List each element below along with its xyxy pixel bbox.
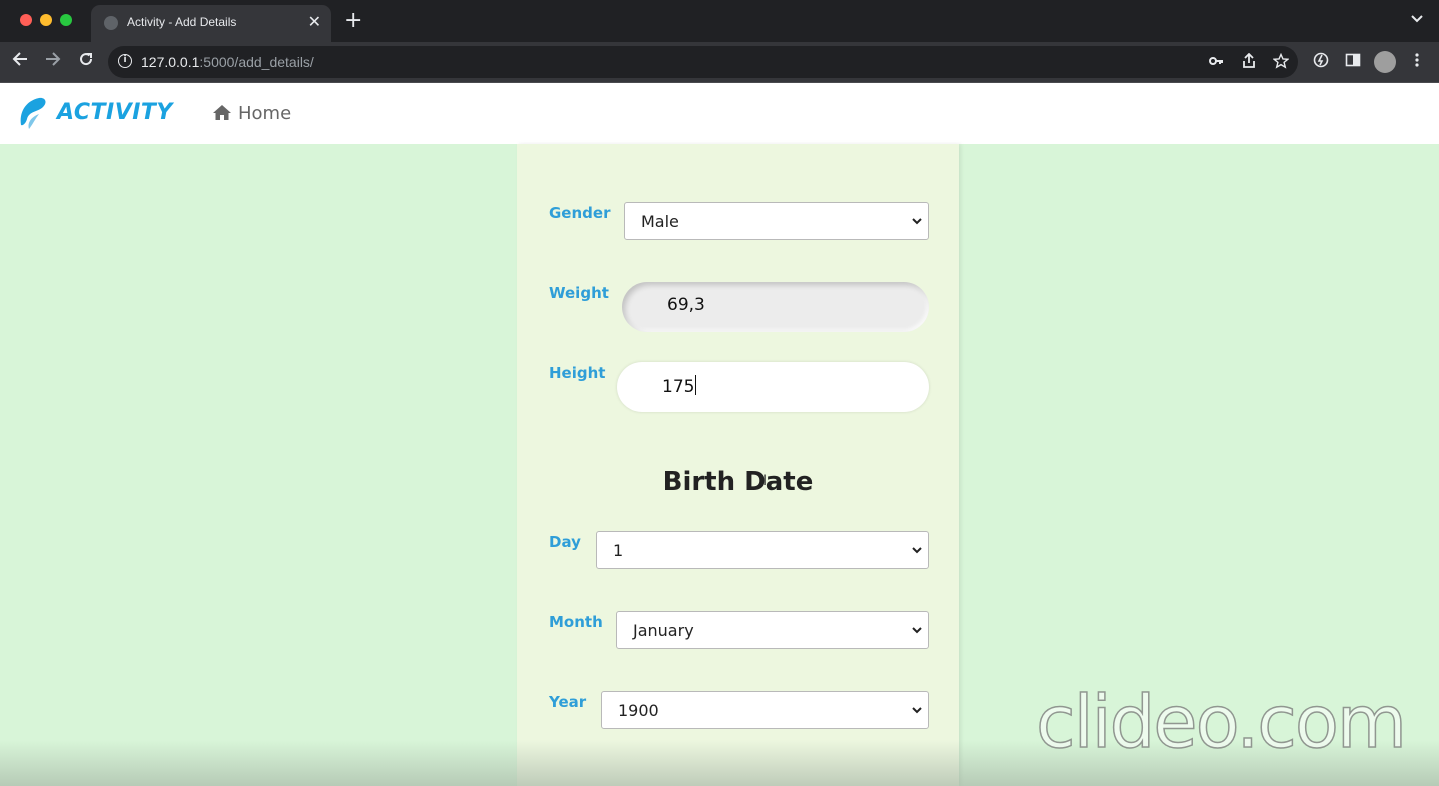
year-select[interactable]: 1900 [601,691,929,729]
side-panel-icon[interactable] [1345,52,1361,72]
height-value: 175 [662,375,697,397]
maximize-window-button[interactable] [60,14,72,26]
browser-tab-bar: Activity - Add Details ✕ + [0,0,1439,42]
site-info-icon[interactable]: i [118,54,132,68]
kebab-menu-icon[interactable] [1414,52,1420,72]
profile-avatar[interactable] [1374,51,1396,73]
site-header: ACTIVITY Home [0,83,1439,144]
year-label: Year [549,693,587,711]
bookmark-star-icon[interactable] [1272,52,1290,73]
weight-value: 69,3 [667,295,705,315]
browser-tab[interactable]: Activity - Add Details ✕ [91,5,331,42]
birth-date-heading: Birth Date [662,467,814,497]
new-tab-button[interactable]: + [344,8,362,34]
gender-select[interactable]: Male [624,202,929,240]
text-cursor-icon: I [763,473,768,489]
gender-label: Gender [549,204,611,222]
activity-logo[interactable]: ACTIVITY [15,95,172,133]
nav-home-link[interactable]: Home [212,103,291,124]
day-select[interactable]: 1 [596,531,929,569]
nav-home-label: Home [238,103,292,124]
gender-selected-value: Male [641,212,679,231]
share-icon[interactable] [1242,52,1256,73]
tab-search-chevron-icon[interactable] [1411,12,1423,26]
browser-toolbar: i 127.0.0.1:5000/add_details/ [0,42,1439,83]
chevron-down-icon [912,627,922,634]
logo-text: ACTIVITY [57,100,173,125]
address-bar[interactable]: i 127.0.0.1:5000/add_details/ [108,46,1298,78]
day-selected-value: 1 [613,541,624,560]
month-selected-value: January [633,621,694,640]
month-select[interactable]: January [616,611,929,649]
close-tab-icon[interactable]: ✕ [308,12,321,31]
day-label: Day [549,533,581,551]
forward-button[interactable] [45,51,61,72]
year-selected-value: 1900 [618,701,659,720]
text-caret [695,375,697,395]
weight-input[interactable]: 69,3 [622,282,929,332]
chevron-down-icon [912,218,922,225]
globe-icon [104,16,118,30]
home-icon [213,105,231,120]
minimize-window-button[interactable] [40,14,52,26]
url-text: 127.0.0.1:5000/add_details/ [141,54,314,70]
close-window-button[interactable] [20,14,32,26]
tab-title: Activity - Add Details [127,15,237,29]
height-input[interactable]: 175 [617,362,929,412]
chevron-down-icon [912,707,922,714]
clideo-watermark: clideo.com [1035,679,1408,765]
back-button[interactable] [12,51,28,72]
add-details-form: Gender Male Weight 69,3 Height 175 Birth… [517,144,959,786]
weight-label: Weight [549,284,609,302]
month-label: Month [549,613,603,631]
key-icon[interactable] [1208,53,1224,73]
extensions-icon[interactable] [1313,52,1329,72]
chevron-down-icon [912,547,922,554]
logo-swirl-icon [20,97,46,129]
height-label: Height [549,364,606,382]
reload-button[interactable] [78,51,94,72]
